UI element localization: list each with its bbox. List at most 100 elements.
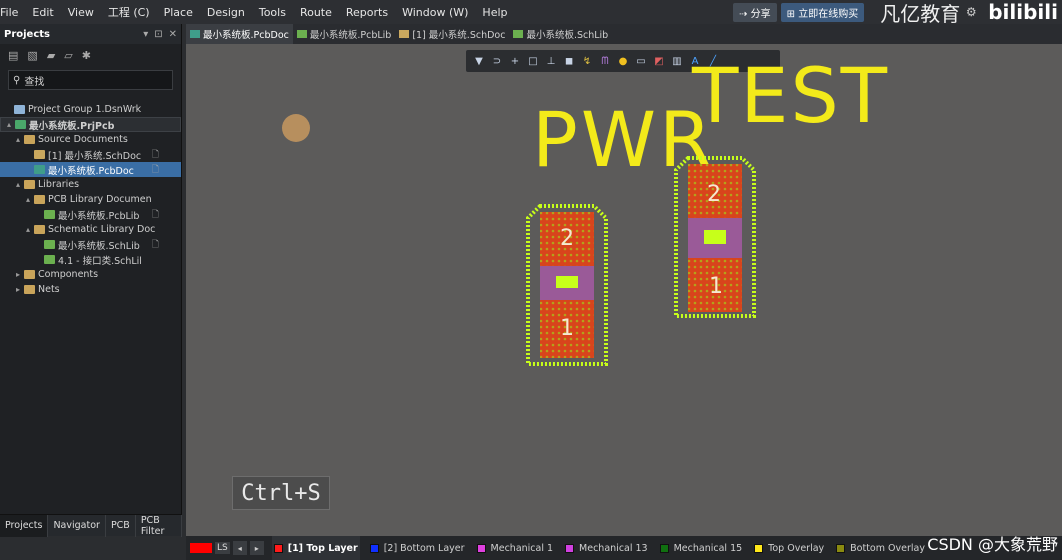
menu-reports[interactable]: Reports (346, 6, 396, 19)
lib-file-icon (513, 30, 524, 38)
menu-tools[interactable]: Tools (259, 6, 294, 19)
expand-arrow-icon[interactable]: ▴ (26, 195, 34, 204)
pcb-icon (34, 165, 45, 174)
layer-color-swatch (836, 543, 846, 553)
layer-tab[interactable]: Top Overlay (752, 536, 826, 560)
project-icon (15, 120, 26, 129)
save-icon[interactable]: ▤ (8, 49, 18, 62)
pcb-file-icon (190, 30, 200, 38)
layer-color-swatch (754, 543, 764, 553)
menu-edit[interactable]: Edit (32, 6, 61, 19)
layer-tab[interactable]: Mechanical 15 (658, 536, 745, 560)
route-icon[interactable]: ⊃ (488, 52, 506, 70)
folder-icon (24, 135, 35, 144)
settings-icon[interactable]: ✱ (82, 49, 91, 62)
projects-panel: Projects ▾ ⊡ ✕ ▤ ▧ ▰ ▱ ✱ ⚲ 查找 Project Gr… (0, 24, 182, 537)
doc-tab[interactable]: 最小系统板.SchLib (509, 24, 612, 44)
panel-menu-icon[interactable]: ▾ (143, 29, 148, 40)
tree-item[interactable]: ▴ Source Documents (0, 132, 181, 147)
folder-icon (34, 225, 45, 234)
document-icon: 🗋 (151, 239, 159, 250)
layer-prev-icon[interactable]: ◂ (232, 541, 247, 555)
menu-help[interactable]: Help (482, 6, 515, 19)
diff-pair-icon[interactable]: ᗰ (596, 52, 614, 70)
bilibili-logo: bilibili (988, 0, 1058, 24)
menu-file[interactable]: File (0, 6, 26, 19)
via-icon[interactable]: ● (614, 52, 632, 70)
compile-icon[interactable]: ▧ (27, 49, 37, 62)
tree-item[interactable]: 最小系统板.PcbLib 🗋 (0, 207, 181, 222)
filter-icon[interactable]: ▼ (470, 52, 488, 70)
layer-color-swatch (476, 543, 486, 553)
gear-icon[interactable]: ⚙ (964, 5, 978, 19)
layer-tab-label: Top Overlay (768, 542, 825, 554)
tab-pcb[interactable]: PCB (106, 514, 136, 537)
menu-window[interactable]: Window (W) (402, 6, 476, 19)
lib-file-icon (296, 30, 307, 38)
tree-item[interactable]: ▸ Nets (0, 282, 181, 297)
lib-icon (44, 240, 55, 249)
tab-pcb-filter[interactable]: PCB Filter (136, 514, 182, 537)
align-icon[interactable]: ⊥ (542, 52, 560, 70)
layer-set-button[interactable]: LS (215, 542, 230, 554)
projects-panel-header: Projects ▾ ⊡ ✕ (0, 24, 181, 44)
tree-item[interactable]: [1] 最小系统.SchDoc 🗋 (0, 147, 181, 162)
close-project-icon[interactable]: ▱ (64, 49, 72, 62)
tree-item[interactable]: Project Group 1.DsnWrk (0, 102, 181, 117)
tab-projects[interactable]: Projects (0, 514, 49, 537)
doc-tab[interactable]: 最小系统板.PcbDoc (186, 24, 293, 44)
tree-item-label: 最小系统板.PcbDoc (48, 165, 134, 177)
sch-icon (34, 150, 45, 159)
crosshair-icon[interactable]: + (506, 52, 524, 70)
tree-item[interactable]: 最小系统板.PcbDoc 🗋 (0, 162, 181, 177)
expand-arrow-icon[interactable]: ▴ (7, 120, 15, 129)
project-search[interactable]: ⚲ 查找 (8, 70, 173, 90)
panel-pin-icon[interactable]: ⊡ (154, 29, 162, 40)
rect-select-icon[interactable]: □ (524, 52, 542, 70)
menu-view[interactable]: View (68, 6, 102, 19)
tab-navigator[interactable]: Navigator (48, 514, 106, 537)
pcb-canvas[interactable]: ▼ ⊃ + □ ⊥ ◼ ↯ ᗰ ● ▭ ◩ ▥ A ╱ TEST PWR 2 1 2 1 Ctrl+S (186, 44, 1062, 536)
layer-tab[interactable]: Mechanical 13 (563, 536, 650, 560)
expand-arrow-icon[interactable]: ▸ (16, 285, 24, 294)
layer-tab-label: Bottom Overlay (850, 542, 925, 554)
menu-design[interactable]: Design (207, 6, 253, 19)
open-folder-icon[interactable]: ▰ (47, 49, 55, 62)
component-icon[interactable]: ◼ (560, 52, 578, 70)
layer-tab[interactable]: [1] Top Layer (271, 536, 360, 560)
expand-arrow-icon[interactable]: ▸ (16, 270, 24, 279)
tree-item-label: Source Documents (38, 134, 128, 145)
menu-project[interactable]: 工程 (C) (108, 4, 158, 20)
tree-item[interactable]: ▴ PCB Library Documen (0, 192, 181, 207)
layer-next-icon[interactable]: ▸ (249, 541, 264, 555)
expand-arrow-icon[interactable]: ▴ (16, 135, 24, 144)
share-button[interactable]: ⇢ 分享 (733, 2, 777, 22)
interactive-route-icon[interactable]: ↯ (578, 52, 596, 70)
tree-item[interactable]: ▴ 最小系统板.PrjPcb (0, 117, 181, 132)
chart-icon[interactable]: ▥ (668, 52, 686, 70)
expand-arrow-icon[interactable]: ▴ (16, 180, 24, 189)
tree-item[interactable]: 4.1 - 接口类.SchLil (0, 252, 181, 267)
panel-close-icon[interactable]: ✕ (169, 29, 177, 40)
search-icon: ⚲ (13, 74, 21, 86)
tree-item[interactable]: ▸ Components (0, 267, 181, 282)
tree-item[interactable]: ▴ Schematic Library Doc (0, 222, 181, 237)
folder-icon (24, 270, 35, 279)
menu-place[interactable]: Place (164, 6, 201, 19)
tree-item[interactable]: ▴ Libraries (0, 177, 181, 192)
silk-test-text[interactable]: TEST (692, 58, 889, 134)
layer-tab[interactable]: Mechanical 1 (475, 536, 556, 560)
doc-tab[interactable]: 最小系统板.PcbLib (293, 24, 395, 44)
layer-tab[interactable]: Bottom Overlay (834, 536, 927, 560)
doc-tab-label: 最小系统板.SchLib (526, 30, 609, 41)
mouse-cursor-highlight (282, 114, 310, 142)
buy-button[interactable]: ⊞ 立即在线购买 (780, 2, 865, 22)
layer-tab[interactable]: [2] Bottom Layer (368, 536, 467, 560)
doc-tab[interactable]: [1] 最小系统.SchDoc (395, 24, 509, 44)
polygon-icon[interactable]: ◩ (650, 52, 668, 70)
current-layer-swatch[interactable] (190, 543, 212, 553)
menu-route[interactable]: Route (300, 6, 340, 19)
fill-icon[interactable]: ▭ (632, 52, 650, 70)
tree-item[interactable]: 最小系统板.SchLib 🗋 (0, 237, 181, 252)
expand-arrow-icon[interactable]: ▴ (26, 225, 34, 234)
